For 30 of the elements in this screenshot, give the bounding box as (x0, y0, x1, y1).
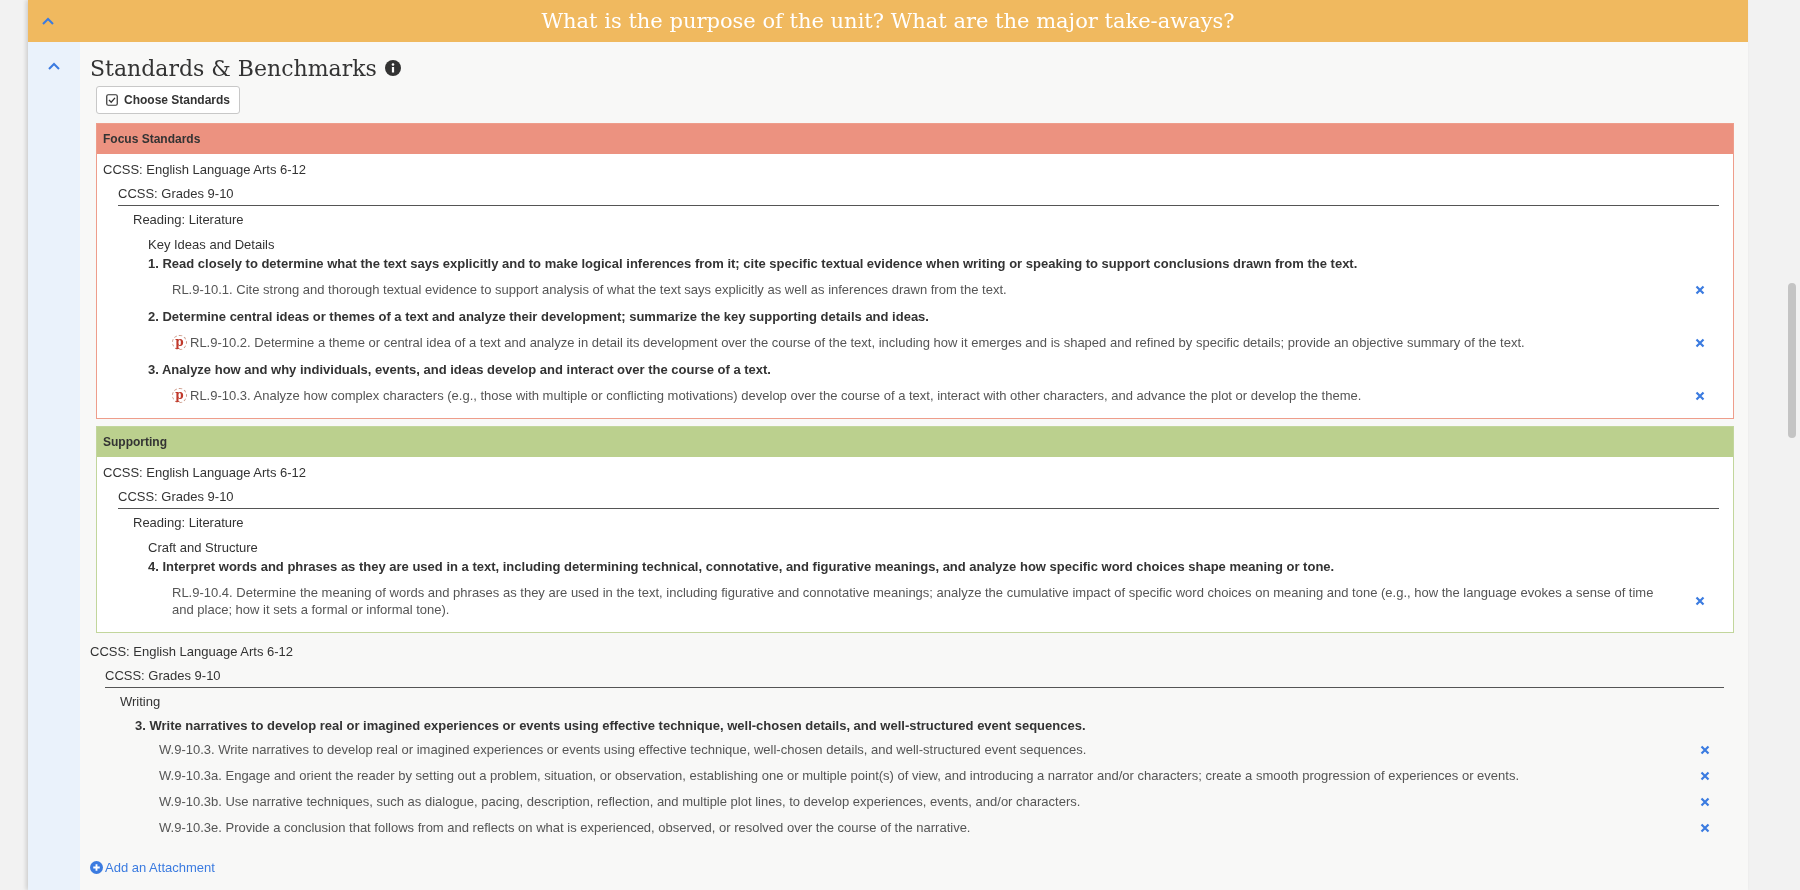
standard-text: 1. Read closely to determine what the text says explicitly and to make logical inferences from it; cite specific textual evidence when writing or speaking to support conclusions drawn from the text. (148, 255, 1359, 273)
section-title: Standards & Benchmarks (90, 55, 377, 81)
standard-text: 2. Determine central ideas or themes of a text and analyze their development; summarize the key supporting details and ideas. (148, 308, 930, 326)
benchmark-text: RL.9-10.4. Determine the meaning of words and phrases as they are used in the text, including figurative and connotative meanings; analyze the cumulative impact of specific word choices on meaning and tone (e.g., how the language evokes a sense of time and place; how it sets a formal or informal tone). (172, 584, 1655, 618)
standard-text: 3. Write narratives to develop real or imagined experiences or events using effective technique, well-chosen details, and well-structured event sequences. (135, 717, 1087, 735)
standard-text: 3. Analyze how and why individuals, events, and ideas develop and interact over the course of a text. (148, 361, 772, 379)
benchmark-text: W.9-10.3e. Provide a conclusion that follows from and reflects on what is experienced, observed, or resolved over the course of the narrative. (159, 819, 972, 836)
benchmark-text: RL.9-10.3. Analyze how complex characters (e.g., those with multiple or conflicting motivations) develop over the course of a text, interact with other characters, and advance the plot or develop the theme. (190, 387, 1363, 404)
benchmark-text: W.9-10.3a. Engage and orient the reader by setting out a problem, situation, or observation, establishing one or multiple point(s) of view, and introducing a narrator and/or characters; create a smooth progression of experiences or events. (159, 767, 1520, 784)
standard-text: 4. Interpret words and phrases as they are used in a text, including determining technical, connotative, and figurative meanings, and analyze how specific word choices shape meaning or tone. (148, 558, 1336, 576)
card-header: Focus Standards (97, 124, 1734, 154)
domain-label: Reading: Literature (133, 211, 245, 229)
banner-title: What is the purpose of the unit? What are the major take-aways? (540, 9, 1236, 33)
cluster-label: Craft and Structure (148, 539, 259, 556)
grade-label: CCSS: Grades 9-10 (118, 489, 234, 504)
cluster-label: Key Ideas and Details (148, 236, 276, 253)
framework-label: CCSS: English Language Arts 6-12 (90, 643, 295, 661)
choose-standards-button[interactable]: Choose Standards (96, 86, 241, 114)
benchmark-text: W.9-10.3. Write narratives to develop real or imagined experiences or events using effective technique, well-chosen details, and well-structured event sequences. (159, 741, 1088, 758)
grade-label: CCSS: Grades 9-10 (118, 186, 234, 201)
benchmark-text: RL.9-10.1. Cite strong and thorough textual evidence to support analysis of what the text says explicitly as well as inferences drawn from the text. (172, 281, 1008, 298)
grade-label: CCSS: Grades 9-10 (105, 668, 221, 683)
domain-label: Writing (120, 693, 162, 711)
framework-label: CCSS: English Language Arts 6-12 (103, 161, 308, 179)
domain-label: Reading: Literature (133, 514, 245, 532)
framework-label: CCSS: English Language Arts 6-12 (103, 464, 308, 482)
benchmark-text: RL.9-10.2. Determine a theme or central idea of a text and analyze in detail its development over the course of the text, including how it emerges and is shaped and refined by specific details; provide an objective summary of the text. (190, 334, 1526, 351)
card-header: Supporting (97, 427, 1734, 457)
benchmark-text: W.9-10.3b. Use narrative techniques, such as dialogue, pacing, description, reflection, and multiple plot lines, to develop experiences, events, and/or characters. (159, 793, 1082, 810)
add-attachment-link[interactable]: Add an Attachment (90, 860, 215, 875)
